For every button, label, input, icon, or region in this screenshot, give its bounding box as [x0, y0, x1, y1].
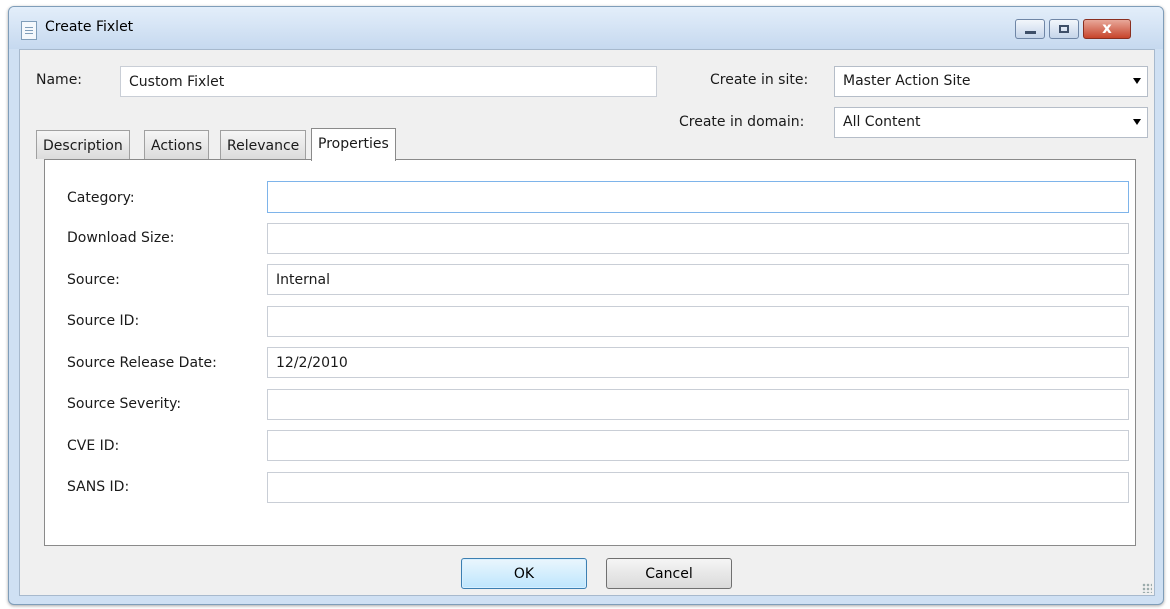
cve-id-label: CVE ID: — [67, 438, 120, 454]
maximize-button[interactable] — [1049, 19, 1079, 39]
source-id-input[interactable] — [267, 306, 1129, 337]
create-in-domain-value: All Content — [843, 114, 921, 130]
create-in-site-value: Master Action Site — [843, 73, 971, 89]
name-input[interactable] — [120, 66, 657, 97]
create-fixlet-dialog: Create Fixlet x Name: Create in site: Ma… — [8, 6, 1164, 605]
download-size-label: Download Size: — [67, 230, 175, 246]
source-release-date-input[interactable] — [267, 347, 1129, 378]
source-severity-input[interactable] — [267, 389, 1129, 420]
dialog-body: Name: Create in site: Master Action Site… — [19, 49, 1155, 596]
tab-relevance[interactable]: Relevance — [220, 130, 307, 159]
sans-id-label: SANS ID: — [67, 479, 130, 495]
create-in-site-select[interactable]: Master Action Site — [834, 66, 1148, 97]
source-id-label: Source ID: — [67, 313, 140, 329]
minimize-icon — [1025, 31, 1036, 34]
chevron-down-icon — [1133, 78, 1141, 84]
download-size-input[interactable] — [267, 223, 1129, 254]
create-in-domain-label: Create in domain: — [679, 114, 805, 130]
document-icon — [21, 21, 37, 40]
source-severity-label: Source Severity: — [67, 396, 182, 412]
cve-id-input[interactable] — [267, 430, 1129, 461]
source-input[interactable] — [267, 264, 1129, 295]
cancel-button[interactable]: Cancel — [606, 558, 732, 589]
tab-properties[interactable]: Properties — [311, 128, 396, 161]
category-input[interactable] — [267, 181, 1129, 213]
category-label: Category: — [67, 190, 135, 206]
close-icon: x — [1102, 19, 1112, 37]
source-label: Source: — [67, 272, 120, 288]
tab-actions[interactable]: Actions — [144, 130, 210, 159]
resize-grip-icon[interactable] — [1142, 583, 1152, 593]
create-in-domain-select[interactable]: All Content — [834, 107, 1148, 138]
title-bar[interactable]: Create Fixlet x — [9, 7, 1163, 49]
tab-description[interactable]: Description — [36, 130, 130, 159]
chevron-down-icon — [1133, 119, 1141, 125]
name-label: Name: — [36, 72, 83, 88]
source-release-date-label: Source Release Date: — [67, 355, 217, 371]
sans-id-input[interactable] — [267, 472, 1129, 503]
close-button[interactable]: x — [1083, 19, 1131, 39]
properties-panel: Category: Download Size: Source: Source … — [44, 159, 1136, 546]
create-in-site-label: Create in site: — [710, 72, 809, 88]
minimize-button[interactable] — [1015, 19, 1045, 39]
window-title: Create Fixlet — [45, 19, 134, 35]
maximize-icon — [1059, 25, 1069, 33]
ok-button[interactable]: OK — [461, 558, 587, 589]
